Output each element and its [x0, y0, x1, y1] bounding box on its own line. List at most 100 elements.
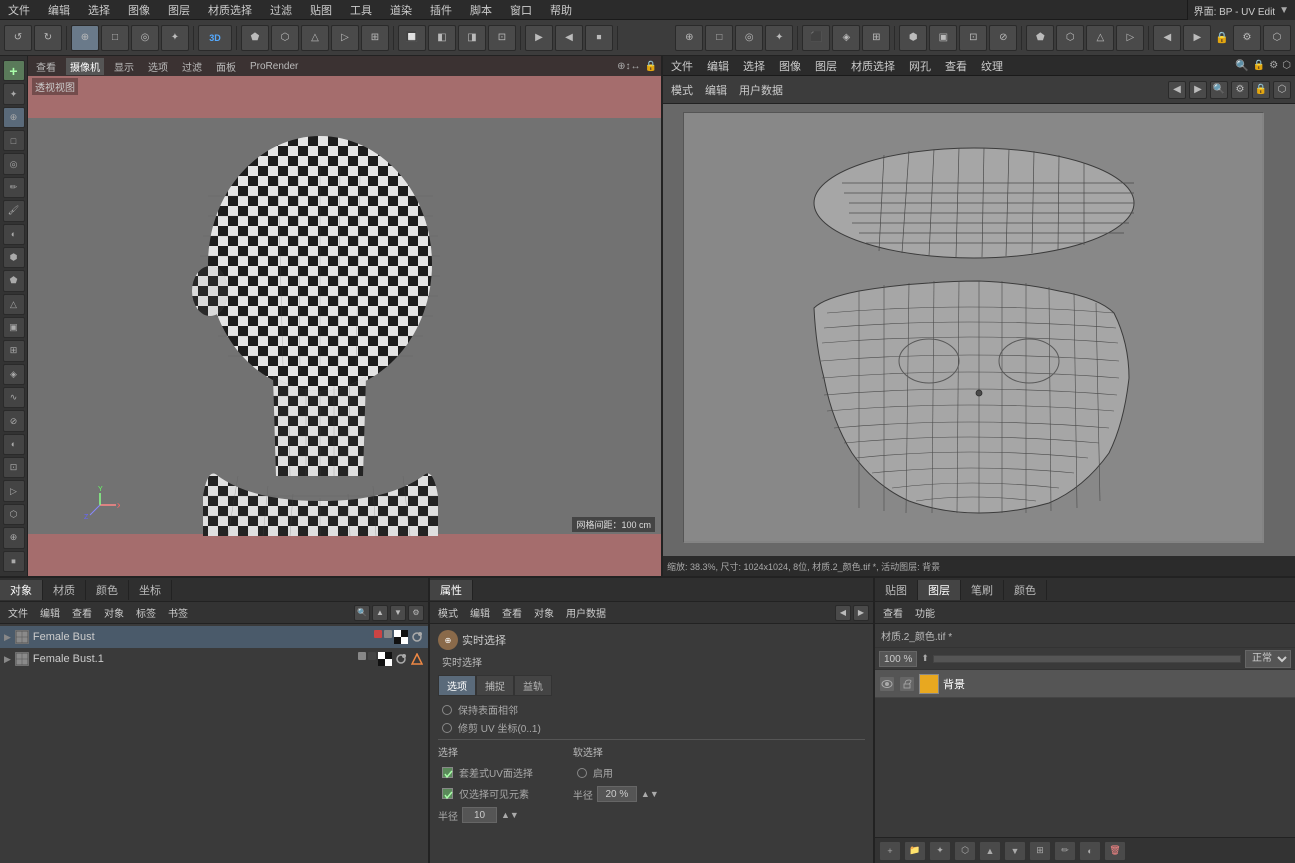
left-btn-move[interactable]: ⊕ — [3, 107, 25, 128]
uv-tool-btn1[interactable]: ⊕ — [675, 25, 703, 51]
uv-tb-userdata[interactable]: 用户数据 — [735, 82, 787, 98]
view-btn2[interactable]: ◧ — [428, 25, 456, 51]
obj-tab-object[interactable]: 对象 — [0, 580, 43, 600]
menu-item-plugins[interactable]: 插件 — [426, 2, 456, 18]
vp-tab-filter[interactable]: 过滤 — [178, 58, 206, 75]
uv-menu-texture[interactable]: 纹理 — [977, 58, 1007, 74]
uv-canvas[interactable] — [663, 104, 1295, 556]
left-btn-extrude[interactable]: ▣ — [3, 317, 25, 338]
menu-item-file[interactable]: 文件 — [4, 2, 34, 18]
uv-extra-btn3[interactable]: ⊡ — [959, 25, 987, 51]
obj-tb-tags[interactable]: 标签 — [132, 605, 160, 620]
uv-lock2[interactable]: 🔒 — [1252, 81, 1270, 99]
menu-item-script[interactable]: 脚本 — [466, 2, 496, 18]
vp-tab-view[interactable]: 查看 — [32, 58, 60, 75]
layers-btn-add[interactable]: + — [879, 841, 901, 861]
layer-lock-btn[interactable] — [899, 676, 915, 692]
radio-keep[interactable] — [442, 705, 452, 715]
menu-item-matsel[interactable]: 材质选择 — [204, 2, 256, 18]
uv-lock-icon[interactable]: 🔒 — [1253, 60, 1265, 71]
left-btn-draw[interactable]: ✏ — [3, 177, 25, 198]
left-btn-light[interactable]: ⬡ — [3, 504, 25, 525]
attr-sub-tab-record[interactable]: 益轨 — [514, 675, 552, 696]
uv-nav-right[interactable]: ▶ — [1189, 81, 1207, 99]
3d-btn[interactable]: 3D — [198, 25, 232, 51]
uv-extra-btn1[interactable]: ⬢ — [899, 25, 927, 51]
uv-tb-edit[interactable]: 编辑 — [701, 82, 731, 98]
rotate-tool-btn[interactable]: ◎ — [131, 25, 159, 51]
uv-tb-mode[interactable]: 模式 — [667, 82, 697, 98]
obj-settings-icon[interactable]: ⚙ — [408, 605, 424, 621]
uv-tool-btn4[interactable]: ✦ — [765, 25, 793, 51]
blend-mode-select[interactable]: 正常 — [1245, 650, 1291, 668]
menu-item-help[interactable]: 帮助 — [546, 2, 576, 18]
left-btn-material[interactable]: ◐ — [3, 434, 25, 455]
uv-extra-btn8[interactable]: ▷ — [1116, 25, 1144, 51]
viewport-3d[interactable]: 查看 摄像机 显示 选项 过滤 面板 ProRender ⊕↕↔ 🔒 透视视图 — [28, 56, 663, 576]
cb-visible[interactable] — [442, 788, 453, 799]
select-btn[interactable]: ✦ — [161, 25, 189, 51]
uv-menu-layer[interactable]: 图层 — [811, 58, 841, 74]
left-btn-magnet[interactable]: ⊘ — [3, 410, 25, 431]
left-btn-erase[interactable]: ◐ — [3, 224, 25, 245]
layers-tb-func[interactable]: 功能 — [911, 605, 939, 620]
layer-item-background[interactable]: 背景 — [875, 670, 1295, 698]
poly-btn2[interactable]: ⬡ — [271, 25, 299, 51]
obj-item-female-bust-1[interactable]: ▶ Female Bust.1 — [0, 648, 428, 670]
obj-tab-material[interactable]: 材质 — [43, 580, 86, 600]
radio-trim[interactable] — [442, 723, 452, 733]
layers-btn-effects[interactable]: ✦ — [929, 841, 951, 861]
view-btn3[interactable]: ◨ — [458, 25, 486, 51]
left-btn-snap[interactable]: ⊕ — [3, 527, 25, 548]
left-btn-clone[interactable]: ⬢ — [3, 247, 25, 268]
obj-item-female-bust[interactable]: ▶ Female Bust — [0, 626, 428, 648]
left-btn-loop[interactable]: ◈ — [3, 364, 25, 385]
layers-btn-up[interactable]: ▲ — [979, 841, 1001, 861]
layers-btn-merge[interactable]: ⬡ — [954, 841, 976, 861]
left-btn-timeline[interactable]: ⏹ — [3, 551, 25, 572]
layers-btn-paint[interactable]: ✏ — [1054, 841, 1076, 861]
poly-btn3[interactable]: △ — [301, 25, 329, 51]
vp-lock-icon[interactable]: 🔒 — [645, 61, 657, 72]
uv-extra-btn2[interactable]: ▣ — [929, 25, 957, 51]
attr-tb-object[interactable]: 对象 — [530, 605, 558, 620]
vp-tab-panel[interactable]: 面板 — [212, 58, 240, 75]
radius-stepper[interactable]: ▲▼ — [501, 810, 519, 820]
render-btn3[interactable]: ⏹ — [585, 25, 613, 51]
menu-item-image[interactable]: 图像 — [124, 2, 154, 18]
uv-search[interactable]: 🔍 — [1210, 81, 1228, 99]
left-btn-uv[interactable]: ⊡ — [3, 457, 25, 478]
uv-menu-view[interactable]: 查看 — [941, 58, 971, 74]
uv-grid-btn1[interactable]: ⬛ — [802, 25, 830, 51]
obj-tb-view[interactable]: 查看 — [68, 605, 96, 620]
uv-extra-btn4[interactable]: ⊘ — [989, 25, 1017, 51]
uv-grid-btn2[interactable]: ◈ — [832, 25, 860, 51]
layers-btn-erase[interactable]: ◐ — [1079, 841, 1101, 861]
redo-btn[interactable]: ↻ — [34, 25, 62, 51]
uv-nav-btn2[interactable]: ▶ — [1183, 25, 1211, 51]
layers-tab-layers[interactable]: 图层 — [918, 580, 961, 600]
obj-up-icon[interactable]: ▲ — [372, 605, 388, 621]
attr-tb-view[interactable]: 查看 — [498, 605, 526, 620]
layers-btn-folder[interactable]: 📁 — [904, 841, 926, 861]
uv-extra-btn7[interactable]: △ — [1086, 25, 1114, 51]
cb-uv-select[interactable] — [442, 767, 453, 778]
obj-tab-color[interactable]: 颜色 — [86, 580, 129, 600]
uv-settings-icon[interactable]: ⚙ — [1269, 60, 1278, 71]
uv-expand-icon[interactable]: ⬡ — [1282, 60, 1291, 71]
undo-btn[interactable]: ↺ — [4, 25, 32, 51]
opacity-slider[interactable] — [933, 655, 1241, 663]
left-btn-scale[interactable]: □ — [3, 130, 25, 151]
obj-tb-object[interactable]: 对象 — [100, 605, 128, 620]
obj-tb-edit[interactable]: 编辑 — [36, 605, 64, 620]
obj-tab-coord[interactable]: 坐标 — [129, 580, 172, 600]
uv-nav-btn1[interactable]: ◀ — [1153, 25, 1181, 51]
vp-tab-camera[interactable]: 摄像机 — [66, 58, 104, 75]
layers-btn-down[interactable]: ▼ — [1004, 841, 1026, 861]
attr-sub-tab-options[interactable]: 选项 — [438, 675, 476, 696]
left-btn-camera[interactable]: ▷ — [3, 480, 25, 501]
view-btn1[interactable]: 🔲 — [398, 25, 426, 51]
settings-icon[interactable]: ⚙ — [1233, 25, 1261, 51]
uv-extra-btn5[interactable]: ⬟ — [1026, 25, 1054, 51]
uv-menu-matsel[interactable]: 材质选择 — [847, 58, 899, 74]
